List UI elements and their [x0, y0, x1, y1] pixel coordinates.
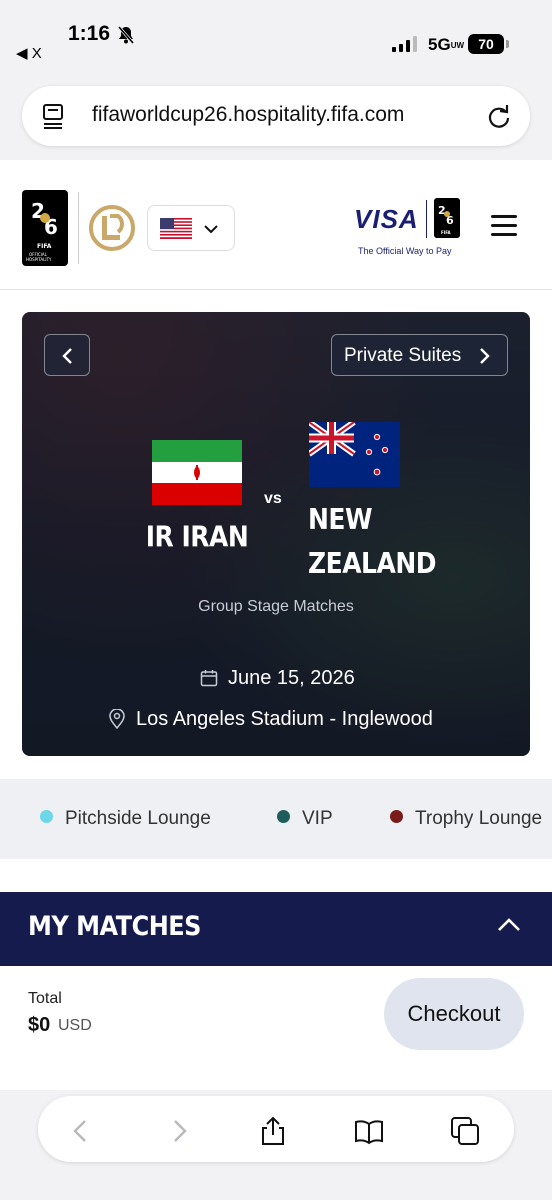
- iran-flag-icon: [152, 440, 242, 505]
- checkout-button[interactable]: Checkout: [384, 978, 524, 1050]
- new-zealand-flag-icon: [309, 422, 400, 487]
- location-pin-icon: [109, 709, 125, 729]
- legend-item-vip: VIP: [277, 808, 333, 830]
- away-team-line2: ZEALAND: [308, 546, 437, 580]
- legend-label: Trophy Lounge: [415, 808, 543, 829]
- match-date-text: June 15, 2026: [228, 667, 355, 689]
- match-hero-card: Private Suites IR IRAN vs NEW ZEALAND Gr…: [22, 312, 530, 756]
- legend-label: Pitchside Lounge: [65, 808, 211, 829]
- partner-brand-logo: [89, 205, 135, 251]
- svg-text:FIFA: FIFA: [37, 243, 52, 250]
- total-currency: USD: [58, 1017, 92, 1034]
- status-bar: 1:16 ◀ X 5GUW 70: [0, 0, 552, 80]
- legend-item-pitchside-lounge: Pitchside Lounge: [40, 808, 211, 830]
- legend-dot: [40, 810, 53, 823]
- visa-partner-logo[interactable]: VISA 2 6 FIFA The Official Way to Pay: [352, 198, 464, 264]
- url-text[interactable]: fifaworldcup26.hospitality.fifa.com: [92, 103, 404, 127]
- browser-toolbar-pill: [38, 1096, 514, 1162]
- signal-icon: [392, 36, 417, 52]
- legend-dot: [277, 810, 290, 823]
- match-venue-text: Los Angeles Stadium - Inglewood: [136, 708, 433, 730]
- private-suites-button[interactable]: Private Suites: [331, 334, 508, 376]
- visa-wordmark: VISA: [354, 204, 419, 234]
- private-suites-label: Private Suites: [344, 345, 462, 366]
- visa-divider: [426, 200, 427, 238]
- header-divider: [78, 192, 79, 264]
- svg-text:FIFA: FIFA: [441, 230, 451, 235]
- svg-text:HOSPITALITY: HOSPITALITY: [26, 257, 52, 262]
- share-icon[interactable]: [258, 1116, 288, 1146]
- us-flag-icon: [160, 218, 192, 239]
- section-heading-partial: [28, 868, 528, 892]
- total-label: Total: [28, 990, 62, 1007]
- fifa-hospitality-logo[interactable]: 2 6 FIFA OFFICIAL HOSPITALITY: [22, 190, 68, 266]
- total-value: $0: [28, 1014, 51, 1036]
- previous-button[interactable]: [44, 334, 90, 376]
- network-label: 5GUW: [428, 35, 465, 54]
- bell-off-icon: [117, 26, 135, 44]
- match-stage: Group Stage Matches: [198, 598, 354, 615]
- address-bar-area: fifaworldcup26.hospitality.fifa.com: [0, 80, 552, 160]
- tabs-icon[interactable]: [450, 1116, 480, 1146]
- my-matches-bar[interactable]: MY MATCHES: [0, 892, 552, 966]
- chevron-left-icon: [62, 348, 72, 364]
- address-bar[interactable]: fifaworldcup26.hospitality.fifa.com: [22, 86, 530, 146]
- legend-dot: [390, 810, 403, 823]
- fifa-mini-logo: 2 6 FIFA: [434, 198, 460, 238]
- battery-icon: 70: [468, 34, 509, 54]
- browser-back-icon[interactable]: [66, 1116, 96, 1146]
- back-to-app-link[interactable]: ◀ X: [16, 44, 42, 62]
- home-team-name: IR IRAN: [145, 519, 249, 554]
- vs-label: vs: [264, 490, 282, 507]
- visa-tagline: The Official Way to Pay: [358, 246, 452, 256]
- clock: 1:16: [68, 22, 111, 45]
- chevron-right-icon: [480, 348, 490, 364]
- away-team-line1: NEW: [308, 502, 373, 536]
- country-selector[interactable]: [147, 205, 235, 251]
- reload-icon[interactable]: [486, 103, 512, 129]
- chevron-down-icon: [204, 225, 218, 234]
- chevron-up-icon[interactable]: [496, 912, 522, 938]
- away-team-name: NEW ZEALAND: [308, 498, 448, 585]
- page-menu-icon[interactable]: [42, 103, 66, 129]
- my-matches-title: MY MATCHES: [28, 910, 201, 942]
- menu-icon[interactable]: [491, 215, 519, 239]
- browser-toolbar: [0, 1090, 552, 1200]
- order-summary: Total $0 USD Checkout: [0, 966, 552, 1090]
- calendar-icon: [200, 670, 218, 687]
- seating-legend: Pitchside Lounge VIP Trophy Lounge: [0, 779, 552, 859]
- site-header: 2 6 FIFA OFFICIAL HOSPITALITY VISA 2 6 F…: [0, 160, 552, 290]
- legend-label: VIP: [302, 808, 333, 829]
- browser-forward-icon[interactable]: [164, 1116, 194, 1146]
- legend-item-trophy-lounge: Trophy Lounge: [390, 808, 542, 830]
- bookmarks-icon[interactable]: [354, 1116, 384, 1146]
